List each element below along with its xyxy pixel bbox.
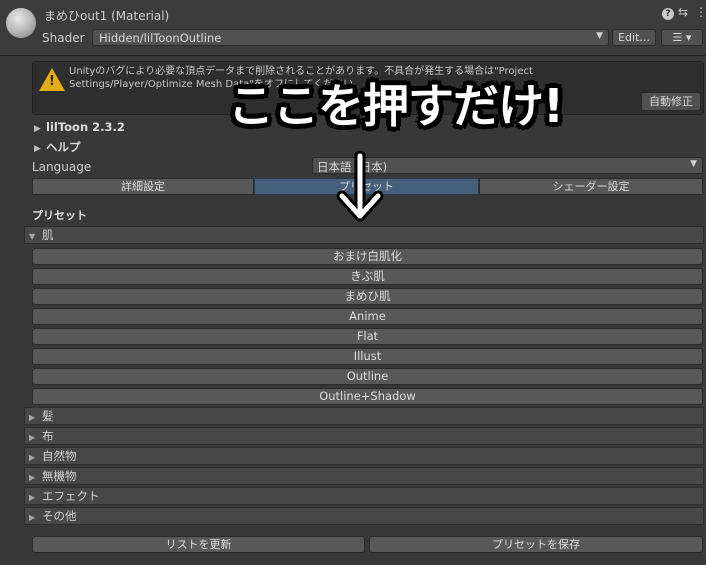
preset-button[interactable]: まめひ肌	[32, 288, 703, 305]
help-foldout-label: ヘルプ	[46, 140, 81, 154]
language-label: Language	[32, 160, 92, 174]
category-label: 肌	[42, 228, 54, 242]
liltoon-version-label: lilToon 2.3.2	[46, 120, 125, 134]
category-label: 無機物	[42, 469, 77, 483]
list-menu-button[interactable]: ☰ ▾	[661, 29, 703, 46]
preset-button[interactable]: Outline	[32, 368, 703, 385]
category-label: 自然物	[42, 449, 77, 463]
category-label: その他	[42, 509, 77, 523]
category-effect[interactable]: ▶ エフェクト	[24, 487, 704, 505]
preset-button[interactable]: Illust	[32, 348, 703, 365]
inspector-header: まめひout1 (Material) ? ⇆ ⋮ Shader Hidden/l…	[0, 0, 706, 56]
presets-heading: プリセット	[32, 209, 87, 222]
foldout-arrow-icon: ▶	[29, 433, 36, 442]
category-nature[interactable]: ▶ 自然物	[24, 447, 704, 465]
auto-fix-button[interactable]: 自動修正	[641, 92, 701, 111]
category-label: 布	[42, 429, 54, 443]
liltoon-version-foldout[interactable]: ▶ lilToon 2.3.2	[34, 120, 125, 134]
chevron-down-icon: ▼	[596, 31, 603, 41]
preset-button[interactable]: きぶ肌	[32, 268, 703, 285]
preset-button[interactable]: おまけ白肌化	[32, 248, 703, 265]
category-hair[interactable]: ▶ 髪	[24, 407, 704, 425]
material-title: まめひout1 (Material)	[44, 9, 170, 23]
warning-icon: !	[39, 68, 65, 91]
more-options-icon[interactable]: ⋮	[695, 5, 706, 19]
preset-sliders-icon[interactable]: ⇆	[678, 5, 688, 19]
refresh-list-button[interactable]: リストを更新	[32, 536, 365, 553]
category-label: エフェクト	[42, 489, 100, 503]
foldout-arrow-icon: ▶	[34, 144, 41, 154]
chevron-down-icon: ▼	[690, 159, 697, 169]
preset-button[interactable]: Flat	[32, 328, 703, 345]
category-other[interactable]: ▶ その他	[24, 507, 704, 525]
material-preview-icon	[6, 8, 36, 38]
shader-dropdown-value: Hidden/lilToonOutline	[99, 31, 222, 45]
annotation-text: ここを押すだけ!	[228, 79, 564, 133]
help-foldout[interactable]: ▶ ヘルプ	[34, 139, 81, 155]
foldout-arrow-icon: ▶	[29, 473, 36, 482]
category-inorganic[interactable]: ▶ 無機物	[24, 467, 704, 485]
shader-label: Shader	[42, 31, 85, 45]
tab-shader-settings[interactable]: シェーダー設定	[479, 178, 703, 195]
foldout-arrow-icon: ▶	[34, 124, 41, 134]
save-preset-button[interactable]: プリセットを保存	[369, 536, 703, 553]
preset-button[interactable]: Outline+Shadow	[32, 388, 703, 405]
foldout-arrow-icon: ▶	[29, 413, 36, 422]
category-label: 髪	[42, 409, 54, 423]
preset-button[interactable]: Anime	[32, 308, 703, 325]
foldout-arrow-icon: ▶	[29, 493, 36, 502]
edit-shader-button[interactable]: Edit...	[612, 29, 656, 46]
tab-advanced-settings[interactable]: 詳細設定	[32, 178, 254, 195]
foldout-open-arrow-icon: ▼	[29, 232, 36, 241]
category-cloth[interactable]: ▶ 布	[24, 427, 704, 445]
shader-dropdown[interactable]: Hidden/lilToonOutline ▼	[92, 29, 609, 46]
foldout-arrow-icon: ▶	[29, 453, 36, 462]
annotation-arrow-icon	[336, 150, 384, 222]
help-icon[interactable]: ?	[662, 8, 674, 20]
foldout-arrow-icon: ▶	[29, 513, 36, 522]
